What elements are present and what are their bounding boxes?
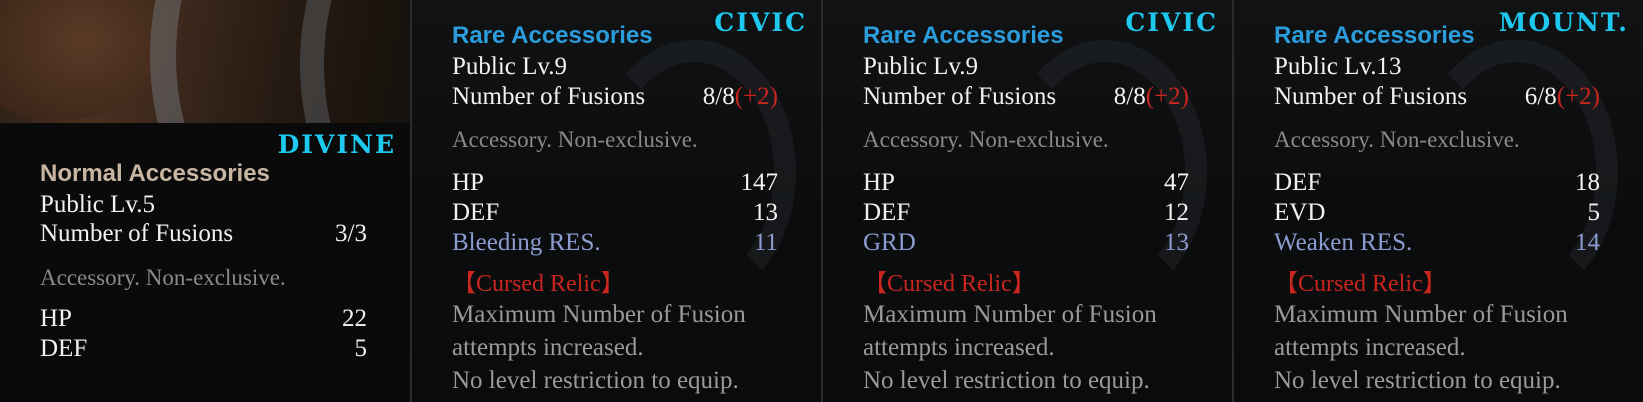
fusions-value: 6/8(+2) xyxy=(1524,83,1600,110)
fusions-value: 8/8(+2) xyxy=(1113,83,1189,110)
stat-value: 18 xyxy=(1575,169,1600,196)
stat-value-special: 13 xyxy=(1164,229,1189,256)
relic-effect-line: Maximum Number of Fusion xyxy=(452,301,746,328)
item-category: DIVINE xyxy=(277,130,396,159)
cursed-relic-title: 【Cursed Relic】 xyxy=(452,271,625,297)
cursed-relic-title: 【Cursed Relic】 xyxy=(1274,271,1447,297)
stat-name: HP xyxy=(452,169,484,196)
relic-effect-line: No level restriction to equip. xyxy=(452,367,739,394)
stat-name: DEF xyxy=(452,199,500,226)
relic-effect-line: Maximum Number of Fusion xyxy=(863,301,1157,328)
fusions-label: Number of Fusions xyxy=(40,220,234,247)
stat-value: 147 xyxy=(740,169,779,196)
item-description: Accessory. Non-exclusive. xyxy=(40,265,286,290)
item-rarity: Rare Accessories xyxy=(863,22,1064,49)
stat-name-special: Bleeding RES. xyxy=(452,229,601,256)
relic-effect-line: attempts increased. xyxy=(1274,334,1466,361)
stat-name-special: Weaken RES. xyxy=(1274,229,1413,256)
relic-effect-line: Maximum Number of Fusion xyxy=(1274,301,1568,328)
stat-value: 5 xyxy=(1587,199,1601,226)
stat-name: DEF xyxy=(40,335,88,362)
stat-value: 47 xyxy=(1164,169,1189,196)
stat-value-special: 14 xyxy=(1575,229,1600,256)
item-rarity: Rare Accessories xyxy=(452,22,653,49)
stat-value: 13 xyxy=(753,199,778,226)
item-description: Accessory. Non-exclusive. xyxy=(863,127,1109,152)
stat-name-special: GRD xyxy=(863,229,916,256)
item-category: CIVIC xyxy=(714,8,807,37)
item-level: Public Lv.5 xyxy=(40,191,156,218)
cursed-relic-title: 【Cursed Relic】 xyxy=(863,271,1036,297)
item-level: Public Lv.9 xyxy=(863,53,979,80)
item-rarity: Normal Accessories xyxy=(40,160,270,187)
fusions-value: 3/3 xyxy=(335,220,367,247)
item-artwork xyxy=(0,0,410,123)
fusions-value: 8/8(+2) xyxy=(702,83,778,110)
item-level: Public Lv.13 xyxy=(1274,53,1402,80)
stat-value: 5 xyxy=(354,335,368,362)
stat-name: DEF xyxy=(1274,169,1322,196)
fusions-label: Number of Fusions xyxy=(1274,83,1468,110)
stat-value: 22 xyxy=(342,305,367,332)
fusions-label: Number of Fusions xyxy=(452,83,646,110)
item-tooltip-civic-1: CIVIC Rare Accessories Public Lv.9 Numbe… xyxy=(412,0,821,402)
item-description: Accessory. Non-exclusive. xyxy=(452,127,698,152)
item-tooltip-strip: DIVINE Normal Accessories Public Lv.5 Nu… xyxy=(0,0,1643,402)
stat-name: EVD xyxy=(1274,199,1326,226)
item-tooltip-divine: DIVINE Normal Accessories Public Lv.5 Nu… xyxy=(0,0,410,402)
item-tooltip-mount: MOUNT. Rare Accessories Public Lv.13 Num… xyxy=(1234,0,1643,402)
relic-effect-line: No level restriction to equip. xyxy=(863,367,1150,394)
stat-value-special: 11 xyxy=(753,229,778,256)
relic-effect-line: attempts increased. xyxy=(452,334,644,361)
stat-value: 12 xyxy=(1164,199,1189,226)
relic-effect-line: attempts increased. xyxy=(863,334,1055,361)
item-level: Public Lv.9 xyxy=(452,53,568,80)
item-rarity: Rare Accessories xyxy=(1274,22,1475,49)
stat-name: HP xyxy=(863,169,895,196)
item-tooltip-civic-2: CIVIC Rare Accessories Public Lv.9 Numbe… xyxy=(823,0,1232,402)
stat-name: HP xyxy=(40,305,72,332)
stat-name: DEF xyxy=(863,199,911,226)
relic-effect-line: No level restriction to equip. xyxy=(1274,367,1561,394)
item-category: CIVIC xyxy=(1125,8,1218,37)
item-description: Accessory. Non-exclusive. xyxy=(1274,127,1520,152)
item-category: MOUNT. xyxy=(1498,8,1629,37)
fusions-label: Number of Fusions xyxy=(863,83,1057,110)
